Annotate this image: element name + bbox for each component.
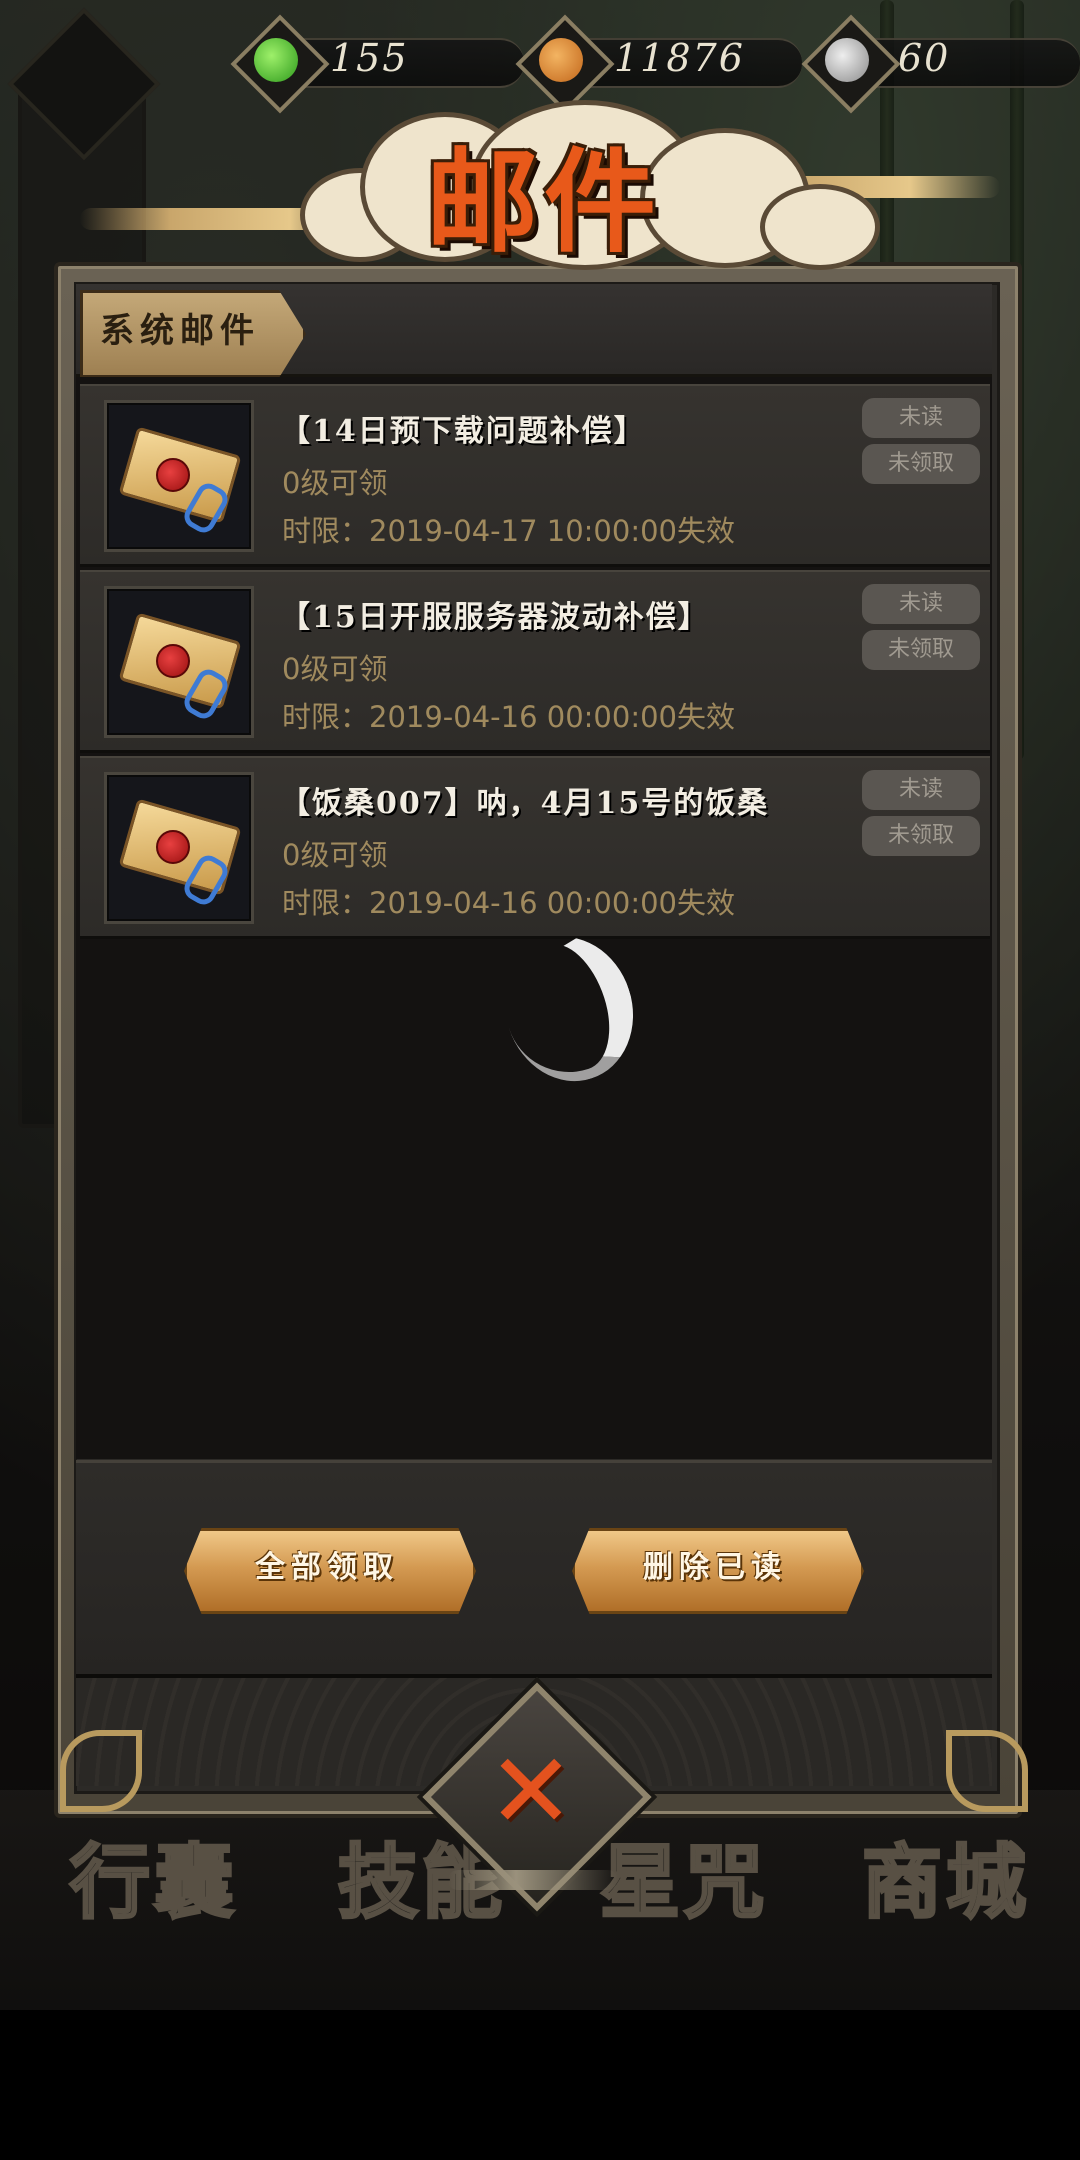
cloud-far-right [760,184,880,270]
nav-shop-label: 商城 [861,1834,1030,1931]
swirl-token-icon [825,38,869,82]
mail-level-requirement: 0级可领 [282,652,388,686]
mail-title: 【15日开服服务器波动补偿】 [280,600,710,635]
token-value: 60 [898,36,951,80]
unclaimed-badge: 未领取 [862,444,980,484]
coin-value: 11876 [614,36,745,80]
copper-coin-icon [539,38,583,82]
game-screen: 行囊 技能 星咒 商城 155 11876 60 邮件 系统邮件 【14日预下载… [0,0,1080,2160]
unread-badge: 未读 [862,584,980,624]
page-title: 邮件 [426,137,662,268]
wax-seal-icon [156,458,190,492]
unread-badge: 未读 [862,398,980,438]
close-swoosh-decoration [448,1870,618,1890]
unread-badge: 未读 [862,770,980,810]
mail-title: 【饭桑007】呐，4月15号的饭桑 [280,786,770,821]
mail-level-requirement: 0级可领 [282,466,388,500]
close-icon[interactable]: ✕ [456,1716,606,1866]
mail-title: 【14日预下载问题补偿】 [280,414,646,449]
wax-seal-icon [156,830,190,864]
nav-spells-label: 星咒 [599,1834,768,1931]
mail-deadline: 时限：2019-04-16 00:00:00失效 [282,886,735,920]
wax-seal-icon [156,644,190,678]
claim-all-label: 全部领取 [255,1550,399,1585]
unclaimed-badge: 未领取 [862,816,980,856]
mail-deadline: 时限：2019-04-17 10:00:00失效 [282,514,735,548]
corner-ornament-right [946,1730,1028,1812]
jade-value: 155 [330,36,409,80]
corner-ornament-left [60,1730,142,1812]
mail-deadline: 时限：2019-04-16 00:00:00失效 [282,700,735,734]
delete-read-label: 删除已读 [643,1550,787,1585]
green-jade-icon [254,38,298,82]
tab-system-mail-label: 系统邮件 [100,311,260,351]
nav-bag-label: 行囊 [69,1834,238,1931]
mail-level-requirement: 0级可领 [282,838,388,872]
unclaimed-badge: 未领取 [862,630,980,670]
